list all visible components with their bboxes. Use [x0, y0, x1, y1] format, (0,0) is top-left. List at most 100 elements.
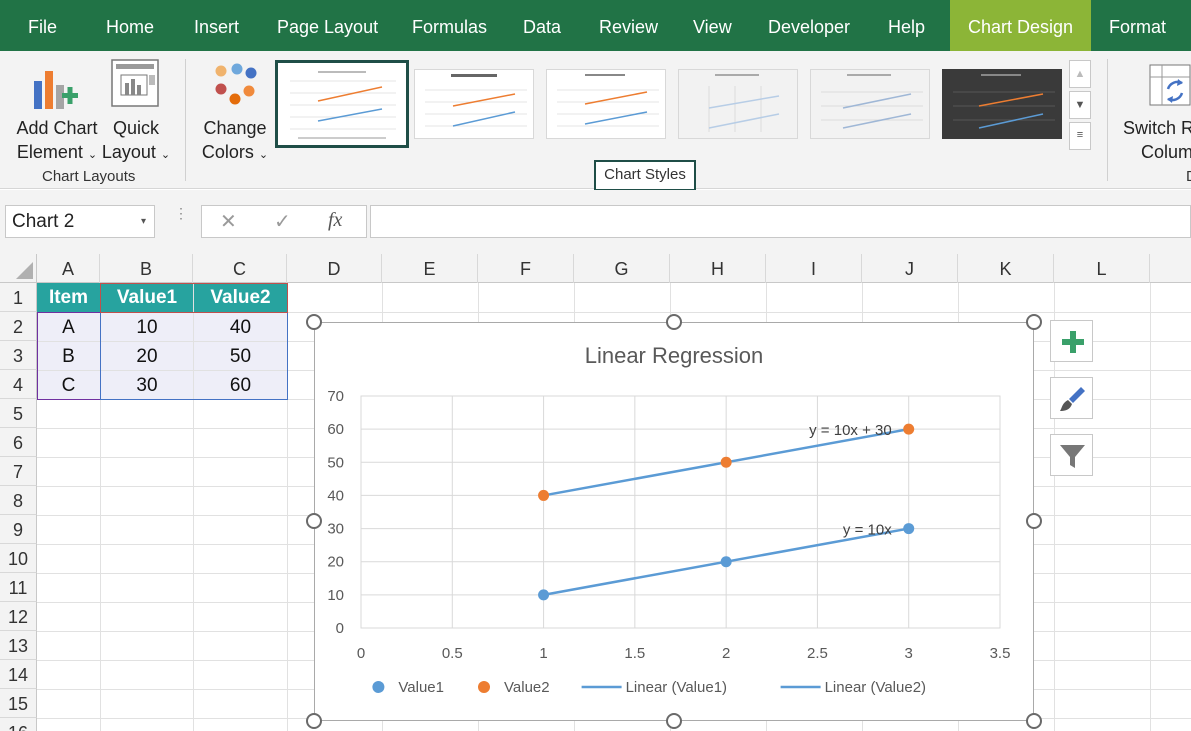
- styles-scroll-up[interactable]: ▲: [1069, 60, 1091, 88]
- tab-chart-design[interactable]: Chart Design: [950, 0, 1092, 51]
- column-header-e[interactable]: E: [382, 254, 478, 283]
- chart-elements-button[interactable]: [1050, 320, 1093, 362]
- tab-insert[interactable]: Insert: [194, 0, 239, 51]
- row-header-1[interactable]: 1: [0, 283, 37, 312]
- name-box[interactable]: Chart 2 ▾: [5, 205, 155, 238]
- row-header-5[interactable]: 5: [0, 399, 37, 428]
- formula-input[interactable]: [370, 205, 1191, 238]
- tab-view[interactable]: View: [693, 0, 732, 51]
- row-header-6[interactable]: 6: [0, 428, 37, 457]
- column-header-k[interactable]: K: [958, 254, 1054, 283]
- ribbon-tab-bar: File Home Insert Page Layout Formulas Da…: [0, 0, 1191, 51]
- insert-function-icon[interactable]: fx: [328, 209, 342, 232]
- palette-icon: [215, 63, 257, 105]
- row-header-3[interactable]: 3: [0, 341, 37, 370]
- chart-title[interactable]: Linear Regression: [585, 343, 764, 368]
- column-header-g[interactable]: G: [574, 254, 670, 283]
- change-colors-button[interactable]: Change Colors ⌄: [197, 57, 273, 162]
- switch-row-column-button[interactable]: Switch Ro Colum: [1114, 57, 1191, 162]
- row-header-7[interactable]: 7: [0, 457, 37, 486]
- column-header-a[interactable]: A: [37, 254, 100, 283]
- resize-handle-left[interactable]: [306, 513, 322, 529]
- column-header-d[interactable]: D: [287, 254, 382, 283]
- column-header-c[interactable]: C: [193, 254, 287, 283]
- data-point: [538, 589, 550, 601]
- column-header-l[interactable]: L: [1054, 254, 1150, 283]
- resize-handle-top-left[interactable]: [306, 314, 322, 330]
- series-name-range-highlight: [100, 283, 288, 313]
- row-header-10[interactable]: 10: [0, 544, 37, 573]
- row-header-11[interactable]: 11: [0, 573, 37, 602]
- row-header-12[interactable]: 12: [0, 602, 37, 631]
- resize-handle-right[interactable]: [1026, 513, 1042, 529]
- row-header-16[interactable]: 16: [0, 718, 37, 731]
- paintbrush-icon: [1060, 387, 1085, 411]
- chart-area[interactable]: Linear Regression 0 0.5 1 1.5 2 2.5 3 3.5 0 10 20 3…: [314, 322, 1034, 721]
- enter-icon[interactable]: ✓: [274, 209, 291, 234]
- group-label-data: D: [1186, 168, 1191, 185]
- x-tick-label: 3: [905, 645, 913, 662]
- chart-style-2[interactable]: [414, 69, 534, 139]
- resize-handle-bottom-left[interactable]: [306, 713, 322, 729]
- chart-style-6[interactable]: [942, 69, 1062, 139]
- select-all-corner[interactable]: [0, 254, 37, 283]
- chart-style-4[interactable]: [678, 69, 798, 139]
- x-tick-label: 2.5: [807, 645, 828, 662]
- tab-data[interactable]: Data: [523, 0, 561, 51]
- table-header-cell[interactable]: Item: [37, 283, 100, 312]
- change-colors-label-line1: Change: [203, 118, 267, 138]
- resize-handle-top-right[interactable]: [1026, 314, 1042, 330]
- chart-style-5[interactable]: [810, 69, 930, 139]
- y-tick-label: 10: [327, 587, 344, 604]
- add-chart-element-label-line2: Element ⌄: [16, 142, 98, 162]
- tab-developer[interactable]: Developer: [768, 0, 850, 51]
- row-header-15[interactable]: 15: [0, 689, 37, 718]
- chart-legend[interactable]: Value1 Value2 Linear (Value1) Linear (Value…: [372, 679, 926, 696]
- column-header-i[interactable]: I: [766, 254, 862, 283]
- add-chart-element-button[interactable]: Add Chart Element ⌄: [8, 57, 98, 162]
- row-header-9[interactable]: 9: [0, 515, 37, 544]
- resize-handle-bottom-right[interactable]: [1026, 713, 1042, 729]
- row-header-14[interactable]: 14: [0, 660, 37, 689]
- ribbon-divider: [1107, 59, 1108, 181]
- data-point: [720, 556, 732, 568]
- row-header-8[interactable]: 8: [0, 486, 37, 515]
- row-header-13[interactable]: 13: [0, 631, 37, 660]
- tab-review[interactable]: Review: [599, 0, 658, 51]
- row-header-4[interactable]: 4: [0, 370, 37, 399]
- chart-style-preview: [425, 74, 527, 127]
- styles-more[interactable]: ≡: [1069, 122, 1091, 150]
- tab-formulas[interactable]: Formulas: [412, 0, 487, 51]
- column-header-h[interactable]: H: [670, 254, 766, 283]
- chart-filters-button[interactable]: [1050, 434, 1093, 476]
- chart-styles-button[interactable]: [1050, 377, 1093, 419]
- tab-help[interactable]: Help: [888, 0, 925, 51]
- triangle-down-icon: ▼: [1074, 99, 1086, 111]
- tab-file[interactable]: File: [28, 0, 57, 51]
- column-header-b[interactable]: B: [100, 254, 193, 283]
- chart-style-preview: [557, 74, 659, 127]
- chart-style-preview: [953, 74, 1055, 129]
- formula-bar: Chart 2 ▾ ⋮ ✕ ✓ fx: [0, 190, 1191, 254]
- x-tick-label: 1: [539, 645, 547, 662]
- data-point: [903, 423, 915, 435]
- row-header-2[interactable]: 2: [0, 312, 37, 341]
- filter-icon: [1060, 445, 1085, 468]
- tab-page-layout[interactable]: Page Layout: [277, 0, 378, 51]
- column-header-j[interactable]: J: [862, 254, 958, 283]
- quick-layout-button[interactable]: Quick Layout ⌄: [100, 57, 172, 162]
- resize-handle-bottom[interactable]: [666, 713, 682, 729]
- column-header-f[interactable]: F: [478, 254, 574, 283]
- chart-style-1[interactable]: [275, 60, 409, 148]
- styles-scroll-down[interactable]: ▼: [1069, 91, 1091, 119]
- y-tick-label: 50: [327, 454, 344, 471]
- chart-style-preview: [821, 74, 923, 129]
- tab-format[interactable]: Format: [1109, 0, 1166, 51]
- legend-label: Linear (Value1): [626, 679, 727, 696]
- ribbon-divider: [185, 59, 186, 181]
- x-tick-label: 3.5: [990, 645, 1011, 662]
- chart-style-3[interactable]: [546, 69, 666, 139]
- tab-home[interactable]: Home: [106, 0, 154, 51]
- cancel-icon[interactable]: ✕: [220, 209, 237, 234]
- resize-handle-top[interactable]: [666, 314, 682, 330]
